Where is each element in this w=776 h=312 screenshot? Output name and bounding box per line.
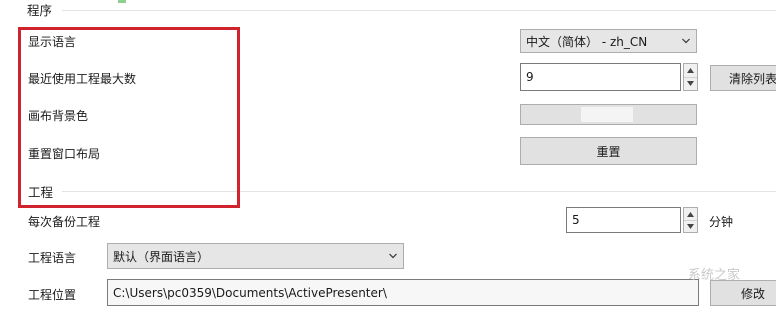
top-fragment <box>118 0 126 3</box>
clear-list-label: 清除列表 <box>729 71 776 86</box>
backup-interval-stepper[interactable] <box>683 207 698 233</box>
color-swatch <box>581 107 633 122</box>
chevron-down-icon <box>687 223 694 229</box>
project-language-select[interactable]: 默认（界面语言） <box>107 243 404 269</box>
display-language-select[interactable]: 中文（简体） - zh_CN <box>520 29 697 53</box>
recent-projects-input[interactable]: 9 <box>520 63 681 91</box>
recent-projects-stepper[interactable] <box>683 63 698 91</box>
reset-layout-button-label: 重置 <box>596 144 621 159</box>
backup-interval-value: 5 <box>572 213 580 227</box>
stepper-down-button[interactable] <box>684 77 697 90</box>
program-section-title: 程序 <box>27 3 53 18</box>
chevron-down-icon <box>687 81 694 86</box>
backup-interval-unit: 分钟 <box>709 215 734 229</box>
recent-projects-value: 9 <box>526 70 534 84</box>
backup-interval-label: 每次备份工程 <box>28 215 101 229</box>
program-section-divider <box>62 10 776 11</box>
display-language-value: 中文（简体） - zh_CN <box>526 34 648 49</box>
change-location-label: 修改 <box>741 286 766 301</box>
clear-list-button[interactable]: 清除列表 <box>710 65 776 91</box>
canvas-background-color-button[interactable] <box>520 104 697 125</box>
stepper-down-button[interactable] <box>684 220 697 232</box>
chevron-down-icon <box>389 253 397 259</box>
chevron-up-icon <box>687 68 694 73</box>
watermark: 系统之家 <box>688 268 741 283</box>
project-location-input[interactable]: C:\Users\pc0359\Documents\ActivePresente… <box>107 279 699 306</box>
chevron-down-icon <box>682 38 690 44</box>
change-location-button[interactable]: 修改 <box>710 280 776 306</box>
project-location-label: 工程位置 <box>28 288 77 302</box>
annotation-highlight-box <box>18 27 240 208</box>
project-location-value: C:\Users\pc0359\Documents\ActivePresente… <box>113 285 387 300</box>
stepper-up-button[interactable] <box>684 64 697 78</box>
chevron-up-icon <box>687 211 694 217</box>
project-language-value: 默认（界面语言） <box>113 249 210 264</box>
reset-layout-button[interactable]: 重置 <box>520 137 697 165</box>
project-language-label: 工程语言 <box>28 251 77 265</box>
backup-interval-input[interactable]: 5 <box>566 207 681 233</box>
